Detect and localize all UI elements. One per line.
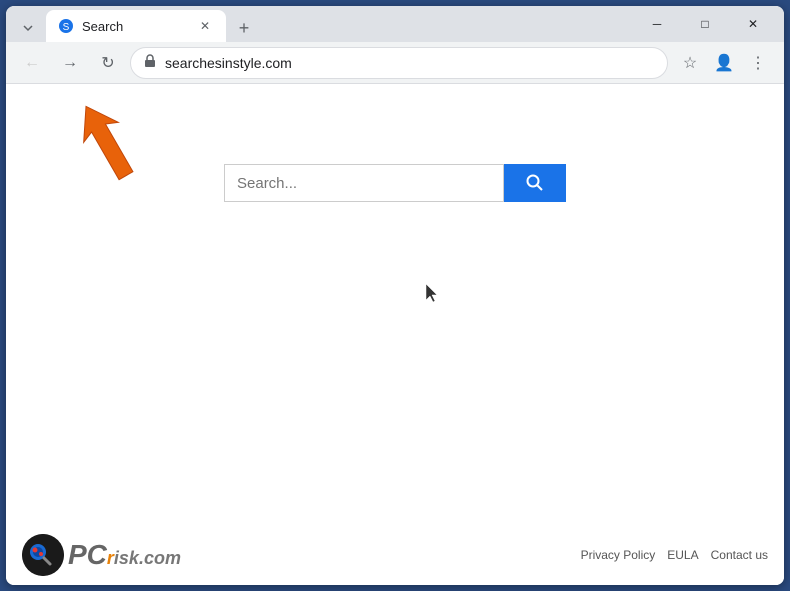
search-area: [224, 164, 566, 202]
menu-btn[interactable]: ⋮: [742, 47, 774, 79]
tab-favicon: S: [58, 18, 74, 34]
browser-toolbar: ← → ↻ searchesinstyle.com ☆ 👤 ⋮: [6, 42, 784, 84]
address-text: searchesinstyle.com: [165, 55, 655, 71]
window-controls: ─ □ ✕: [634, 8, 776, 40]
active-tab[interactable]: S Search ✕: [46, 10, 226, 42]
eula-link[interactable]: EULA: [667, 548, 698, 562]
privacy-policy-link[interactable]: Privacy Policy: [581, 548, 656, 562]
tab-area: S Search ✕ +: [14, 6, 630, 42]
title-bar: S Search ✕ + ─ □ ✕: [6, 6, 784, 42]
page-footer: PC risk.com Privacy Policy EULA Contact …: [6, 525, 784, 585]
search-button[interactable]: [504, 164, 566, 202]
pcrisk-pc: PC: [68, 539, 107, 571]
contact-link[interactable]: Contact us: [711, 548, 768, 562]
minimize-btn[interactable]: ─: [634, 8, 680, 40]
address-security-icon: [143, 54, 157, 71]
tab-close-btn[interactable]: ✕: [196, 17, 214, 35]
tab-dropdown-btn[interactable]: [14, 14, 42, 42]
arrow-annotation: [66, 96, 146, 191]
footer-links: Privacy Policy EULA Contact us: [581, 548, 768, 562]
profile-btn[interactable]: 👤: [708, 47, 740, 79]
page-content: PC risk.com Privacy Policy EULA Contact …: [6, 84, 784, 585]
toolbar-actions: ☆ 👤 ⋮: [674, 47, 774, 79]
mouse-cursor: [426, 284, 442, 309]
search-icon: [525, 173, 545, 193]
search-input[interactable]: [224, 164, 504, 202]
svg-text:S: S: [63, 22, 70, 33]
browser-window: S Search ✕ + ─ □ ✕ ← → ↻ searchesinstyle…: [6, 6, 784, 585]
pcrisk-icon: [22, 534, 64, 576]
pcrisk-sub2: isk.com: [114, 548, 181, 569]
pcrisk-sub: r: [107, 548, 114, 569]
pcrisk-logo: PC risk.com: [22, 534, 181, 576]
tab-title: Search: [82, 19, 188, 34]
address-bar[interactable]: searchesinstyle.com: [130, 47, 668, 79]
reload-btn[interactable]: ↻: [92, 47, 124, 79]
close-btn[interactable]: ✕: [730, 8, 776, 40]
new-tab-btn[interactable]: +: [230, 14, 258, 42]
bookmark-btn[interactable]: ☆: [674, 47, 706, 79]
forward-btn[interactable]: →: [54, 47, 86, 79]
back-btn[interactable]: ←: [16, 47, 48, 79]
maximize-btn[interactable]: □: [682, 8, 728, 40]
